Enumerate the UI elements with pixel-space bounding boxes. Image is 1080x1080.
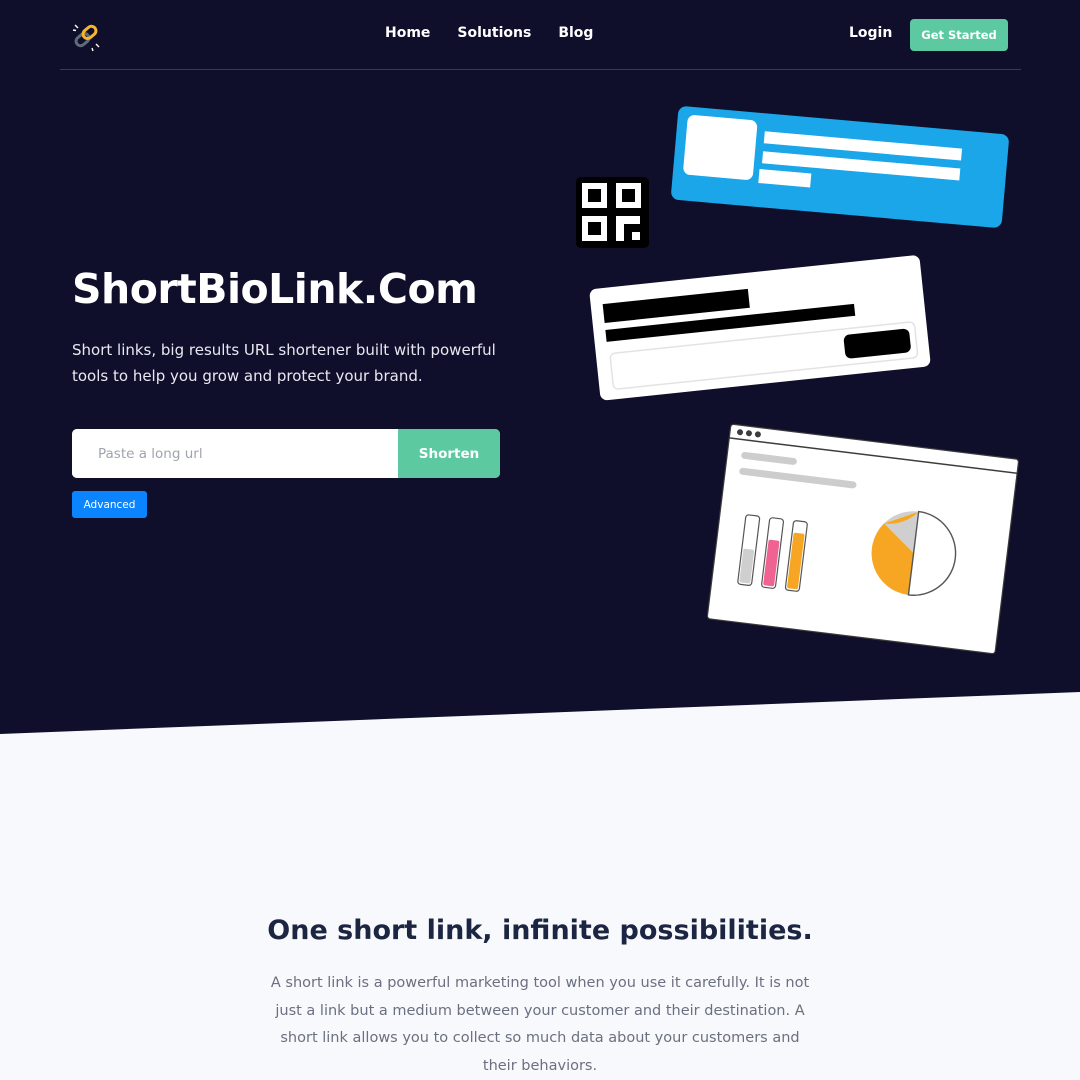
hero-title: ShortBioLink.Com xyxy=(72,265,478,313)
shorten-form: Shorten xyxy=(72,429,500,478)
advanced-button[interactable]: Advanced xyxy=(72,491,147,518)
nav-links: Home Solutions Blog xyxy=(385,25,593,41)
section-description: A short link is a powerful marketing too… xyxy=(270,975,810,1074)
hero-subtitle: Short links, big results URL shortener b… xyxy=(72,341,496,385)
section-title: One short link, infinite possibilities. xyxy=(267,915,813,946)
chain-link-icon[interactable] xyxy=(70,20,102,52)
get-started-button[interactable]: Get Started xyxy=(910,19,1008,51)
qr-code-icon xyxy=(576,177,649,248)
top-nav: Home Solutions Blog Login Get Started xyxy=(60,0,1021,70)
login-link[interactable]: Login xyxy=(849,25,892,41)
analytics-window-illustration xyxy=(706,423,1020,655)
nav-solutions[interactable]: Solutions xyxy=(457,25,531,41)
link-card-illustration xyxy=(671,106,1009,228)
shorten-button[interactable]: Shorten xyxy=(398,429,500,478)
nav-blog[interactable]: Blog xyxy=(558,25,593,41)
long-url-input[interactable] xyxy=(72,429,398,478)
hero-illustration xyxy=(576,106,1020,655)
form-card-illustration xyxy=(589,255,931,401)
nav-home[interactable]: Home xyxy=(385,25,430,41)
hero-diagonal-edge xyxy=(0,690,1080,750)
